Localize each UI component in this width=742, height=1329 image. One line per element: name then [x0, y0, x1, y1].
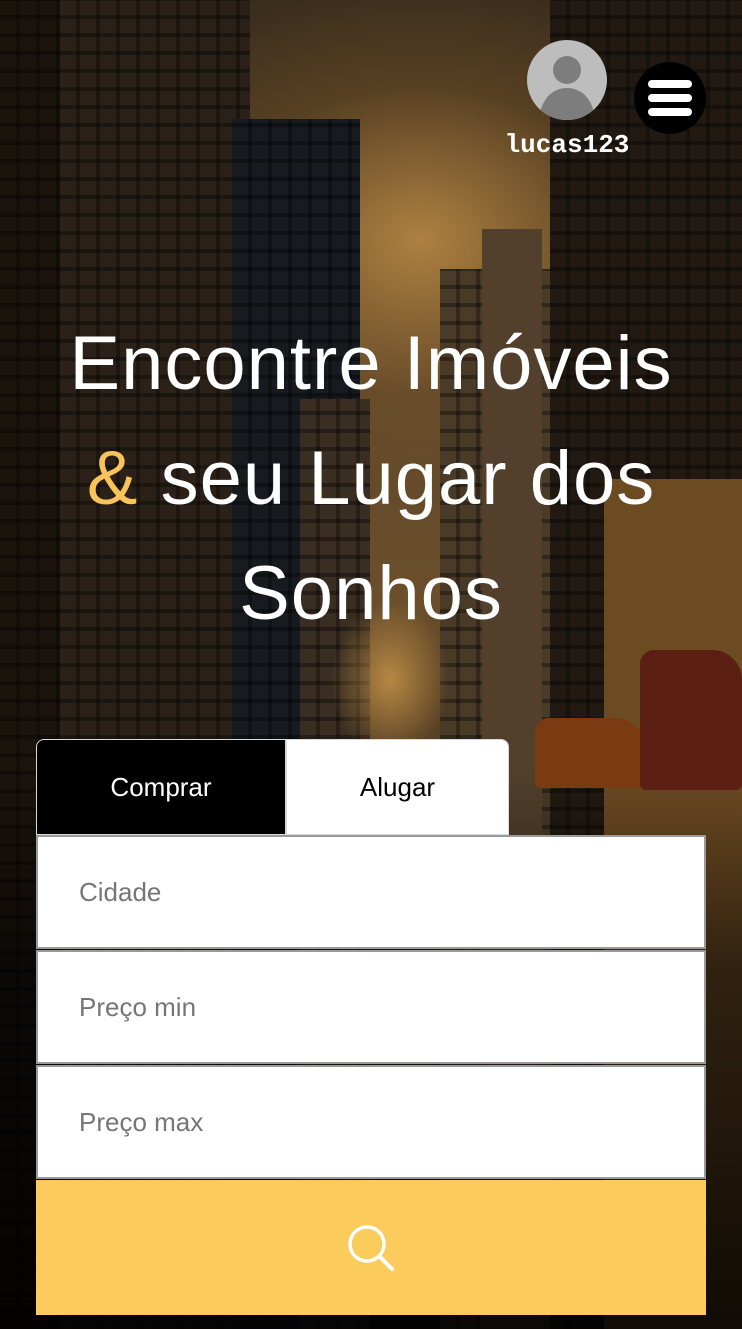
hero-headline: Encontre Imóveis & seu Lugar dos Sonhos: [20, 306, 722, 651]
hamburger-menu-icon[interactable]: [634, 62, 706, 134]
hero-line-1: Encontre Imóveis: [69, 321, 673, 406]
min-price-input[interactable]: [38, 952, 704, 1062]
hero-line-2-text: seu Lugar dos: [138, 436, 656, 521]
max-price-input[interactable]: [38, 1067, 704, 1177]
search-button[interactable]: [36, 1180, 706, 1315]
tab-comprar[interactable]: Comprar: [36, 739, 286, 835]
tab-alugar[interactable]: Alugar: [286, 739, 509, 835]
search-icon: [348, 1224, 394, 1271]
min-price-field-wrapper: [36, 950, 706, 1064]
user-avatar-icon[interactable]: [527, 40, 607, 120]
username-label: lucas123: [504, 130, 630, 160]
city-field-wrapper: [36, 835, 706, 949]
user-silhouette-icon: [539, 56, 595, 120]
hero-line-3: Sonhos: [239, 551, 503, 636]
hero-ampersand: &: [86, 436, 139, 521]
max-price-field-wrapper: [36, 1065, 706, 1179]
search-type-tabs: Comprar Alugar: [36, 739, 509, 835]
city-input[interactable]: [38, 837, 704, 947]
top-bar: lucas123: [0, 40, 742, 160]
hero-line-2: & seu Lugar dos: [20, 421, 722, 536]
